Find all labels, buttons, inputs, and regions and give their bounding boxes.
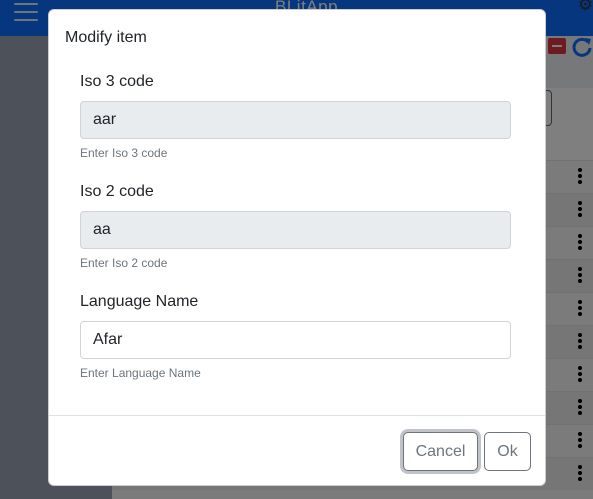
- iso2-field[interactable]: [80, 211, 511, 249]
- cancel-button[interactable]: Cancel: [403, 432, 478, 471]
- iso3-field[interactable]: [80, 101, 511, 139]
- language-name-field[interactable]: [80, 321, 511, 359]
- language-name-label: Language Name: [80, 293, 199, 310]
- iso2-label: Iso 2 code: [80, 183, 154, 200]
- modify-item-dialog: Modify item Iso 3 code Enter Iso 3 code …: [48, 9, 546, 486]
- footer-divider: [49, 415, 545, 416]
- iso3-label: Iso 3 code: [80, 73, 154, 90]
- iso2-help: Enter Iso 2 code: [80, 256, 168, 270]
- iso3-help: Enter Iso 3 code: [80, 146, 168, 160]
- ok-button[interactable]: Ok: [484, 432, 531, 471]
- dialog-title: Modify item: [65, 29, 147, 46]
- language-name-help: Enter Language Name: [80, 366, 201, 380]
